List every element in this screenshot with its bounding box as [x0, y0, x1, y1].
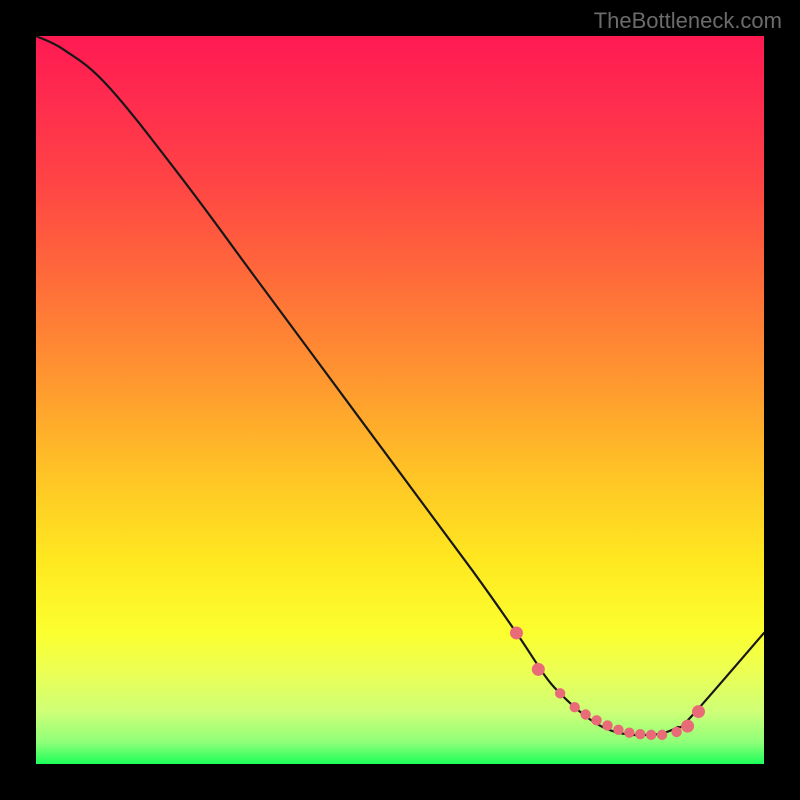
chart-area — [36, 36, 764, 764]
highlight-dot — [570, 702, 580, 712]
watermark-label: TheBottleneck.com — [594, 8, 782, 34]
highlight-dot — [510, 626, 523, 639]
highlight-dot — [624, 728, 634, 738]
bottleneck-curve — [36, 36, 764, 735]
highlight-dot — [657, 730, 667, 740]
highlight-dot — [555, 688, 565, 698]
highlight-dot — [635, 729, 645, 739]
highlight-dot — [591, 715, 601, 725]
curve-svg — [36, 36, 764, 764]
highlight-dot — [646, 730, 656, 740]
highlight-dot — [671, 727, 681, 737]
highlight-dot — [681, 720, 694, 733]
highlight-dot — [692, 705, 705, 718]
highlight-dots — [510, 626, 705, 740]
highlight-dot — [580, 709, 590, 719]
highlight-dot — [613, 725, 623, 735]
highlight-dot — [532, 663, 545, 676]
highlight-dot — [602, 720, 612, 730]
